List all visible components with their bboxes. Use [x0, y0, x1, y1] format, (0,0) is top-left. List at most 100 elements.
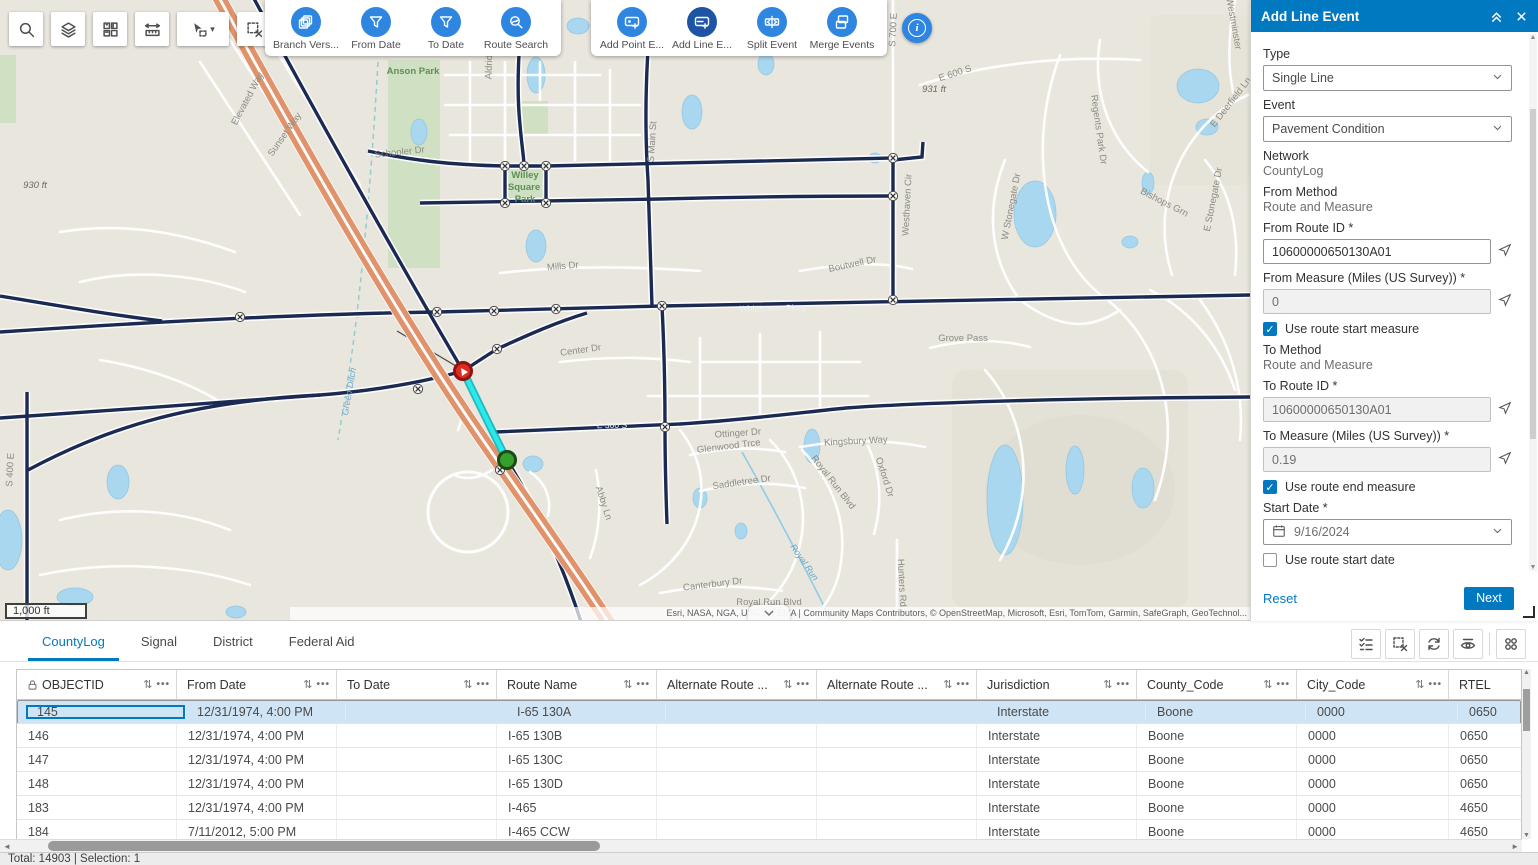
column-header-from-date[interactable]: From Date⇅••• [177, 670, 337, 699]
start-date-picker[interactable]: 9/16/2024 [1263, 519, 1512, 545]
sort-icon[interactable]: ⇅ [1415, 678, 1424, 691]
select-button[interactable]: ▾ [177, 12, 229, 46]
column-menu-icon[interactable]: ••• [1276, 679, 1290, 690]
event-select[interactable]: Pavement Condition [1263, 116, 1512, 142]
column-menu-icon[interactable]: ••• [1428, 679, 1442, 690]
column-header-alternate-route-[interactable]: Alternate Route ...⇅••• [817, 670, 977, 699]
table-actions [1351, 629, 1526, 659]
route-start-marker[interactable] [455, 363, 472, 380]
table-row[interactable]: 1847/11/2012, 5:00 PMI-465 CCWInterstate… [17, 820, 1521, 839]
column-header-jurisdiction[interactable]: Jurisdiction⇅••• [977, 670, 1137, 699]
search-button[interactable] [9, 12, 43, 46]
tab-signal[interactable]: Signal [127, 628, 191, 661]
split-event-icon [757, 7, 787, 37]
tool-label: From Date [351, 39, 401, 51]
column-header-objectid[interactable]: OBJECTID⇅••• [17, 670, 177, 699]
type-select[interactable]: Single Line [1263, 65, 1512, 91]
tool-add-line-event[interactable]: Add Line E... [667, 0, 737, 56]
sort-icon[interactable]: ⇅ [1103, 678, 1112, 691]
column-menu-icon[interactable]: ••• [316, 679, 330, 690]
sort-icon[interactable]: ⇅ [143, 678, 152, 691]
panel-scrollbar[interactable]: ▲ ▼ [1529, 34, 1537, 571]
close-icon[interactable] [1515, 10, 1528, 23]
use-route-end-measure-checkbox[interactable]: ✓ Use route end measure [1263, 480, 1512, 494]
next-button[interactable]: Next [1464, 587, 1514, 610]
from-measure-input[interactable]: 0 [1263, 289, 1491, 314]
sort-icon[interactable]: ⇅ [463, 678, 472, 691]
table-row[interactable]: 18312/31/1974, 4:00 PMI-465InterstateBoo… [17, 796, 1521, 820]
measure-button[interactable] [135, 12, 169, 46]
collapse-icon[interactable] [1490, 10, 1503, 23]
column-menu-icon[interactable]: ••• [956, 679, 970, 690]
pick-to-route-on-map-icon[interactable] [1498, 401, 1512, 418]
tool-add-point-event[interactable]: Add Point E... [597, 0, 667, 56]
table-row[interactable]: 14812/31/1974, 4:00 PMI-65 130DInterstat… [17, 772, 1521, 796]
map-canvas[interactable]: Elevated WaySunset WayAnson ParkAldridge… [0, 0, 1250, 620]
map-view[interactable]: Elevated WaySunset WayAnson ParkAldridge… [0, 0, 1250, 620]
column-menu-icon[interactable]: ••• [156, 679, 170, 690]
field-options-button[interactable] [1496, 629, 1526, 659]
column-menu-icon[interactable]: ••• [796, 679, 810, 690]
scroll-up-arrow[interactable]: ▲ [1522, 669, 1531, 676]
pick-to-measure-on-map-icon[interactable] [1498, 451, 1512, 468]
tab-countylog[interactable]: CountyLog [28, 628, 119, 661]
column-menu-icon[interactable]: ••• [476, 679, 490, 690]
pick-from-measure-on-map-icon[interactable] [1498, 293, 1512, 310]
basemap-button[interactable] [93, 12, 127, 46]
tool-branch-versions[interactable]: Branch Vers... [271, 0, 341, 56]
tool-split-event[interactable]: Split Event [737, 0, 807, 56]
tool-merge-events[interactable]: Merge Events [807, 0, 877, 56]
column-menu-icon[interactable]: ••• [1116, 679, 1130, 690]
hide-columns-button[interactable] [1453, 629, 1483, 659]
table-row[interactable]: 14612/31/1974, 4:00 PMI-65 130BInterstat… [17, 724, 1521, 748]
use-route-start-date-checkbox[interactable]: Use route start date [1263, 553, 1512, 567]
scrollbar-thumb[interactable] [1530, 109, 1536, 439]
panel-resize-handle[interactable] [1523, 606, 1535, 618]
table-horizontal-scrollbar[interactable]: ◄ ► [0, 839, 1522, 852]
tool-filter[interactable]: From Date [341, 0, 411, 56]
scroll-down-arrow[interactable]: ▼ [1522, 832, 1531, 839]
calendar-icon [1272, 524, 1286, 541]
tool-route-search[interactable]: Route Search [481, 0, 551, 56]
column-header-route-name[interactable]: Route Name⇅••• [497, 670, 657, 699]
reset-button[interactable]: Reset [1263, 591, 1297, 606]
scroll-up-arrow[interactable]: ▲ [1529, 34, 1537, 41]
to-measure-input[interactable]: 0.19 [1263, 447, 1491, 472]
layers-button[interactable] [51, 12, 85, 46]
use-route-start-measure-checkbox[interactable]: ✓ Use route start measure [1263, 322, 1512, 336]
sort-icon[interactable]: ⇅ [943, 678, 952, 691]
tab-district[interactable]: District [199, 628, 267, 661]
sort-icon[interactable]: ⇅ [783, 678, 792, 691]
table-row[interactable]: 14512/31/1974, 4:00 PMI-65 130AInterstat… [17, 700, 1521, 724]
table-vertical-scrollbar[interactable]: ▲ ▼ [1522, 669, 1531, 839]
sort-icon[interactable]: ⇅ [623, 678, 632, 691]
info-button[interactable]: i [902, 13, 932, 43]
attribution-collapse-tab[interactable] [748, 605, 790, 620]
from-route-id-input[interactable]: 10600000650130A01 [1263, 239, 1491, 264]
column-label: RTEL [1459, 678, 1516, 692]
table-cell: 183 [17, 796, 177, 819]
route-end-marker[interactable] [499, 452, 516, 469]
to-route-id-input[interactable]: 10600000650130A01 [1263, 397, 1491, 422]
column-header-to-date[interactable]: To Date⇅••• [337, 670, 497, 699]
column-header-city-code[interactable]: City_Code⇅••• [1297, 670, 1449, 699]
scrollbar-thumb[interactable] [1523, 689, 1530, 731]
clear-table-selection-button[interactable] [1385, 629, 1415, 659]
sort-icon[interactable]: ⇅ [1263, 678, 1272, 691]
scroll-down-arrow[interactable]: ▼ [1529, 564, 1537, 571]
refresh-button[interactable] [1419, 629, 1449, 659]
sort-icon[interactable]: ⇅ [303, 678, 312, 691]
column-header-rtel[interactable]: RTEL [1449, 670, 1522, 699]
column-header-alternate-route-[interactable]: Alternate Route ...⇅••• [657, 670, 817, 699]
show-selected-records-button[interactable] [1351, 629, 1381, 659]
pick-from-route-on-map-icon[interactable] [1498, 243, 1512, 260]
column-menu-icon[interactable]: ••• [636, 679, 650, 690]
scale-text: 1,000 ft [13, 605, 50, 617]
column-header-county-code[interactable]: County_Code⇅••• [1137, 670, 1297, 699]
table-row[interactable]: 14712/31/1974, 4:00 PMI-65 130CInterstat… [17, 748, 1521, 772]
map-label: Anson Park [387, 66, 441, 77]
tool-filter[interactable]: To Date [411, 0, 481, 56]
scrollbar-thumb[interactable] [48, 841, 600, 851]
tab-federal-aid[interactable]: Federal Aid [275, 628, 369, 661]
table-cell: 12/31/1974, 4:00 PM [177, 748, 337, 771]
